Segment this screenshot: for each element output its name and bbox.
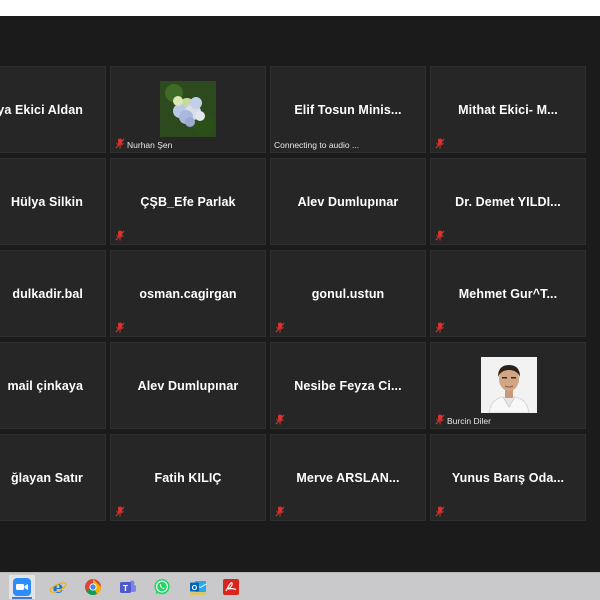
participant-tile[interactable]: osman.cagirgan: [110, 250, 266, 337]
participant-name: Hülya Silkin: [10, 194, 83, 209]
participant-name: Alev Dumlupınar: [137, 378, 239, 393]
participant-name: Alev Dumlupınar: [297, 194, 399, 209]
top-strip: [0, 0, 600, 16]
participant-name: Merve ARSLAN...: [296, 470, 400, 485]
participant-name: dulkadir.bal: [12, 286, 83, 301]
internet-explorer-icon: e: [49, 578, 67, 596]
muted-mic-icon: [275, 414, 285, 425]
participant-tile[interactable]: Merve ARSLAN...: [270, 434, 426, 521]
muted-mic-icon: [275, 322, 285, 333]
gallery-view: ya Ekici Aldan Nurhan Şen Elif Tosun Min…: [0, 16, 600, 572]
participant-photo: [481, 357, 537, 413]
participant-name: mail çinkaya: [7, 378, 83, 393]
muted-mic-icon: [115, 506, 125, 517]
muted-mic-icon: [115, 230, 125, 241]
svg-text:O: O: [192, 585, 198, 592]
participant-tile[interactable]: Yunus Barış Oda...: [430, 434, 586, 521]
zoom-icon: [13, 578, 31, 596]
participant-name: gonul.ustun: [311, 286, 385, 301]
participant-tile[interactable]: Nurhan Şen: [110, 66, 266, 153]
svg-text:T: T: [123, 583, 129, 593]
participant-name: Dr. Demet YILDI...: [455, 194, 561, 209]
participant-label: Nurhan Şen: [127, 140, 173, 150]
participant-tile[interactable]: Burcin Diler: [430, 342, 586, 429]
participant-tile[interactable]: gonul.ustun: [270, 250, 426, 337]
participant-name: ÇŞB_Efe Parlak: [140, 194, 236, 209]
muted-mic-icon: [115, 138, 125, 149]
internet-explorer-taskbar-button[interactable]: e: [45, 575, 71, 599]
chrome-taskbar-button[interactable]: [80, 575, 106, 599]
participant-tile[interactable]: Alev Dumlupınar: [270, 158, 426, 245]
muted-mic-icon: [435, 322, 445, 333]
acrobat-icon: [223, 579, 239, 595]
muted-mic-icon: [275, 506, 285, 517]
participant-name: Nesibe Feyza Ci...: [294, 378, 402, 393]
participant-tile[interactable]: dulkadir.bal: [0, 250, 106, 337]
acrobat-taskbar-button[interactable]: [218, 575, 244, 599]
participant-tile[interactable]: ÇŞB_Efe Parlak: [110, 158, 266, 245]
muted-mic-icon: [435, 506, 445, 517]
participant-tile[interactable]: Hülya Silkin: [0, 158, 106, 245]
participant-tile[interactable]: ğlayan Satır: [0, 434, 106, 521]
participant-tile[interactable]: Elif Tosun Minis... Connecting to audio …: [270, 66, 426, 153]
muted-mic-icon: [435, 138, 445, 149]
muted-mic-icon: [115, 322, 125, 333]
participant-tile[interactable]: Nesibe Feyza Ci...: [270, 342, 426, 429]
chrome-icon: [85, 579, 101, 595]
connecting-status: Connecting to audio ...: [274, 140, 360, 150]
svg-text:e: e: [53, 578, 64, 596]
participant-name: Mithat Ekici- M...: [458, 102, 558, 117]
participant-name: ya Ekici Aldan: [0, 102, 83, 117]
teams-icon: T: [120, 580, 136, 593]
participant-name: Yunus Barış Oda...: [451, 470, 565, 485]
participant-name: Mehmet Gur^T...: [458, 286, 558, 301]
participant-name: ğlayan Satır: [10, 470, 83, 485]
participant-tile[interactable]: Alev Dumlupınar: [110, 342, 266, 429]
muted-mic-icon: [435, 414, 445, 425]
participant-name: Elif Tosun Minis...: [294, 102, 402, 117]
participant-tile[interactable]: Dr. Demet YILDI...: [430, 158, 586, 245]
whatsapp-icon: [154, 579, 170, 595]
participant-tile[interactable]: Mithat Ekici- M...: [430, 66, 586, 153]
participant-label: Burcin Diler: [447, 416, 491, 426]
participant-name: osman.cagirgan: [139, 286, 237, 301]
participant-tile[interactable]: mail çinkaya: [0, 342, 106, 429]
participant-photo: [160, 81, 216, 137]
outlook-taskbar-button[interactable]: O: [185, 575, 211, 599]
taskbar: e T O: [0, 572, 600, 600]
participant-name: Fatih KILIÇ: [154, 470, 222, 485]
muted-mic-icon: [435, 230, 445, 241]
participant-tile[interactable]: ya Ekici Aldan: [0, 66, 106, 153]
outlook-icon: O: [190, 581, 207, 595]
teams-taskbar-button[interactable]: T: [115, 575, 141, 599]
participant-tile[interactable]: Fatih KILIÇ: [110, 434, 266, 521]
zoom-taskbar-button[interactable]: [9, 575, 35, 599]
participant-tile[interactable]: Mehmet Gur^T...: [430, 250, 586, 337]
whatsapp-taskbar-button[interactable]: [149, 575, 175, 599]
